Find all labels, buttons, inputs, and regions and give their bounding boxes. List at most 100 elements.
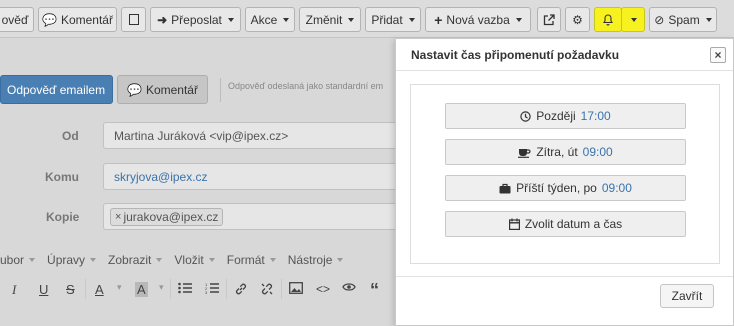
coffee-icon [518,147,531,158]
gear-icon: ⚙ [572,12,583,27]
menu-format[interactable]: Formát [227,253,276,267]
link-icon[interactable] [234,282,248,296]
note-button[interactable] [121,7,146,32]
toolbar-divider [281,279,282,299]
add-label: Přidat [371,12,403,27]
cc-chip[interactable]: × jurakova@ipex.cz [110,207,224,226]
settings-button[interactable]: ⚙ [565,7,590,32]
calendar-icon [508,218,520,230]
chevron-down-icon [348,17,355,22]
actions-dropdown[interactable]: Akce [245,7,295,32]
change-label: Změnit [305,12,343,27]
comment-tab[interactable]: 💬 Komentář [117,75,208,104]
to-value: skryjova@ipex.cz [114,169,208,184]
comment-button[interactable]: 💬 Komentář [38,7,117,32]
image-icon[interactable] [289,282,303,294]
option-tomorrow[interactable]: Zítra, út 09:00 [445,139,686,165]
chevron-down-icon [337,258,344,262]
menu-edit-label: Úpravy [47,253,86,267]
option-next-week[interactable]: Příští týden, po 09:00 [445,175,686,201]
comment-icon: 💬 [42,12,57,27]
add-dropdown[interactable]: Přidat [365,7,421,32]
strikethrough-icon[interactable]: S [66,282,75,297]
option-next-week-label: Příští týden, po [516,181,597,195]
from-field[interactable]: Martina Juráková <vip@ipex.cz> [103,122,403,149]
chevron-down-icon [156,258,163,262]
comment-icon: 💬 [127,82,142,97]
external-link-button[interactable] [537,7,561,32]
new-link-label: Nová vazba [446,12,510,27]
menu-insert[interactable]: Vložit [174,253,215,267]
briefcase-icon [499,183,511,194]
code-icon[interactable]: <> [316,282,330,296]
plus-icon: + [434,11,443,28]
dialog-close-button[interactable]: × [710,47,726,63]
toolbar-divider [85,279,86,299]
chevron-down-icon [705,17,712,22]
svg-text:3: 3 [205,290,208,294]
forward-dropdown[interactable]: ➜ Přeposlat [150,7,241,32]
to-field[interactable]: skryjova@ipex.cz [103,163,403,190]
reply-button[interactable]: ověď [0,7,34,32]
to-label: Komu [45,170,79,184]
new-link-dropdown[interactable]: + Nová vazba [425,7,531,32]
option-later-label: Později [536,109,576,123]
clock-icon [520,110,531,122]
menu-file[interactable]: ubor [0,253,36,267]
menu-insert-label: Vložit [174,253,204,267]
remove-chip-icon[interactable]: × [115,211,121,223]
change-dropdown[interactable]: Změnit [299,7,361,32]
external-link-icon [543,13,555,26]
reply-email-tab[interactable]: Odpověď emailem [0,75,113,104]
cc-chip-label: jurakova@ipex.cz [123,209,219,224]
quote-icon[interactable]: “ [370,280,379,301]
underline-icon[interactable]: U [39,282,48,297]
reminder-dropdown-toggle[interactable] [621,7,645,32]
actions-label: Akce [250,12,278,27]
chevron-down-icon [408,17,415,22]
toolbar: ověď 💬 Komentář ➜ Přeposlat Akce Změnit … [0,0,734,38]
text-color-icon[interactable]: A [95,282,104,297]
from-value: Martina Juráková <vip@ipex.cz> [114,128,289,143]
menu-view[interactable]: Zobrazit [108,253,163,267]
option-later-time: 17:00 [580,109,611,123]
dialog-footer-divider [396,276,733,277]
bell-icon [602,13,614,26]
option-choose-datetime[interactable]: Zvolit datum a čas [445,211,686,237]
toolbar-divider [226,279,227,299]
dialog-header: Nastavit čas připomenutí požadavku [396,39,733,71]
menu-view-label: Zobrazit [108,253,152,267]
unlink-icon[interactable] [260,282,274,296]
chevron-down-icon [515,17,522,22]
menu-file-label: ubor [0,253,25,267]
menu-edit[interactable]: Úpravy [47,253,97,267]
send-mode-note: Odpověď odeslaná jako standardní em [228,81,384,91]
reply-email-label: Odpověď emailem [7,82,106,97]
option-tomorrow-time: 09:00 [582,145,613,159]
spam-label: Spam [668,12,700,27]
numbered-list-icon[interactable]: 123 [205,282,219,294]
cc-field[interactable]: × jurakova@ipex.cz [103,203,403,230]
chevron-down-icon [269,258,276,262]
reminder-dialog: Nastavit čas připomenutí požadavku × Poz… [395,38,734,326]
editor-menubar: ubor Úpravy Zobrazit Vložit Formát Nástr… [0,250,400,270]
spam-dropdown[interactable]: ⊘ Spam [649,7,717,32]
bullet-list-icon[interactable] [178,282,192,294]
chevron-down-icon [208,258,215,262]
reminder-button[interactable] [594,7,622,32]
option-later[interactable]: Později 17:00 [445,103,686,129]
chevron-down-icon [283,17,290,22]
highlight-color-icon[interactable]: A [135,282,148,297]
divider [220,78,221,102]
forward-label: Přeposlat [171,12,222,27]
chevron-down-icon[interactable]: ▾ [117,282,122,293]
chevron-down-icon [631,17,637,22]
close-dialog-button[interactable]: Zavřít [660,284,714,308]
toolbar-divider [170,279,171,299]
chevron-down-icon [90,258,97,262]
preview-eye-icon[interactable] [342,282,356,292]
menu-tools[interactable]: Nástroje [288,253,344,267]
italic-icon[interactable]: I [12,282,16,298]
option-tomorrow-label: Zítra, út [536,145,578,159]
chevron-down-icon[interactable]: ▾ [159,282,164,293]
